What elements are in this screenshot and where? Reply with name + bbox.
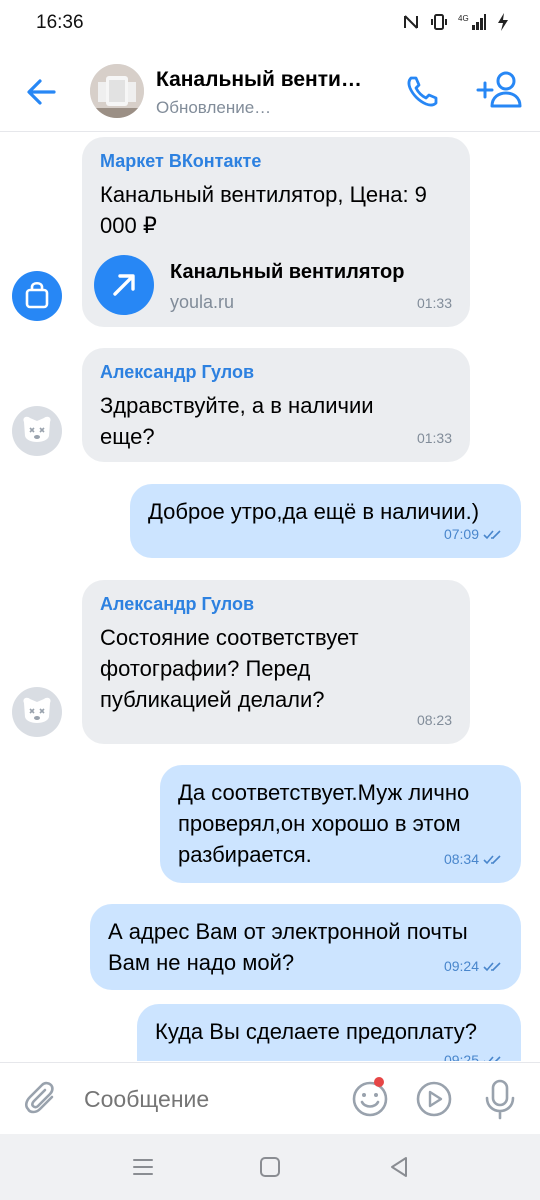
- deactivated-dog-avatar[interactable]: [12, 687, 62, 737]
- read-checkmarks-icon: [483, 530, 501, 540]
- message-bubble-market[interactable]: Маркет ВКонтакте Канальный вентилятор, Ц…: [82, 137, 470, 327]
- status-icons: 4G: [402, 12, 510, 32]
- read-checkmarks-icon: [484, 1056, 501, 1061]
- link-title: Канальный вентилятор: [170, 261, 405, 283]
- home-icon[interactable]: [257, 1154, 283, 1180]
- message-time: 07:09: [443, 526, 479, 542]
- message-text: Здравствуйте, а в наличии еще?: [100, 393, 374, 449]
- message-status: 09:24: [444, 951, 503, 982]
- sender-name[interactable]: Маркет ВКонтакте: [100, 149, 452, 173]
- sender-name[interactable]: Александр Гулов: [100, 360, 452, 384]
- message-bubble-out[interactable]: А адрес Вам от электронной почты Вам не …: [90, 904, 521, 990]
- paperclip-icon[interactable]: [22, 1079, 62, 1119]
- link-attachment[interactable]: Канальный вентилятор youla.ru: [94, 253, 452, 315]
- sender-name[interactable]: Александр Гулов: [100, 592, 452, 616]
- chat-title[interactable]: Канальный венти…: [156, 68, 386, 92]
- message-status: 08:34: [444, 844, 503, 875]
- status-time: 16:36: [36, 12, 84, 33]
- shopping-bag-icon[interactable]: [12, 271, 62, 321]
- message-time: 09:24: [443, 958, 479, 974]
- message-composer: [0, 1062, 540, 1134]
- battery-charging-icon: [498, 13, 508, 31]
- nfc-icon: [404, 15, 418, 29]
- phone-icon[interactable]: [400, 70, 444, 114]
- chat-avatar[interactable]: [90, 64, 144, 118]
- message-time: 01:33: [416, 295, 452, 311]
- message-list[interactable]: Маркет ВКонтакте Канальный вентилятор, Ц…: [0, 133, 540, 1061]
- message-status: 09:25: [444, 1045, 503, 1061]
- chat-status: Обновление…: [156, 98, 272, 117]
- svg-text:4G: 4G: [458, 14, 469, 23]
- message-bubble-out[interactable]: Доброе утро,да ещё в наличии.) 07:09: [130, 484, 521, 558]
- emoji-smile-icon[interactable]: [350, 1079, 390, 1119]
- message-bubble-in[interactable]: Александр Гулов Состояние соответствует …: [82, 580, 470, 744]
- link-arrow-icon: [94, 255, 154, 315]
- message-bubble-out[interactable]: Куда Вы сделаете предоплату? 09:25: [137, 1004, 521, 1061]
- message-text: Канальный вентилятор, Цена: 9 000 ₽: [100, 182, 427, 238]
- message-time: 08:34: [443, 851, 479, 867]
- system-nav-bar: [0, 1134, 540, 1200]
- duct-fan-photo: [90, 64, 144, 118]
- back-arrow-icon[interactable]: [20, 70, 64, 114]
- read-checkmarks-icon: [483, 855, 501, 865]
- vibrate-icon: [431, 14, 447, 30]
- signal-4g-icon: 4G: [458, 14, 486, 30]
- play-circle-icon[interactable]: [414, 1079, 454, 1119]
- message-bubble-in[interactable]: Александр Гулов Здравствуйте, а в наличи…: [82, 348, 470, 462]
- message-input[interactable]: [84, 1081, 324, 1117]
- message-time: 09:25: [443, 1052, 479, 1061]
- message-text: Куда Вы сделаете предоплату?: [155, 1019, 477, 1044]
- link-domain: youla.ru: [170, 292, 235, 312]
- back-nav-icon[interactable]: [386, 1154, 412, 1180]
- message-text: Состояние соответствует фотографии? Пере…: [100, 625, 359, 712]
- status-bar: 16:36 4G: [0, 0, 540, 48]
- recent-apps-icon[interactable]: [130, 1154, 156, 1180]
- deactivated-dog-avatar[interactable]: [12, 406, 62, 456]
- message-bubble-out[interactable]: Да соответствует.Муж лично проверял,он х…: [160, 765, 521, 883]
- read-checkmarks-icon: [483, 962, 501, 972]
- chat-header: Канальный венти… Обновление…: [0, 48, 540, 132]
- message-time: 08:23: [416, 712, 452, 728]
- message-time: 01:33: [416, 430, 452, 446]
- message-status: 07:09: [444, 519, 503, 550]
- notification-dot: [374, 1077, 384, 1087]
- add-user-icon[interactable]: [474, 68, 526, 114]
- microphone-icon[interactable]: [480, 1077, 520, 1121]
